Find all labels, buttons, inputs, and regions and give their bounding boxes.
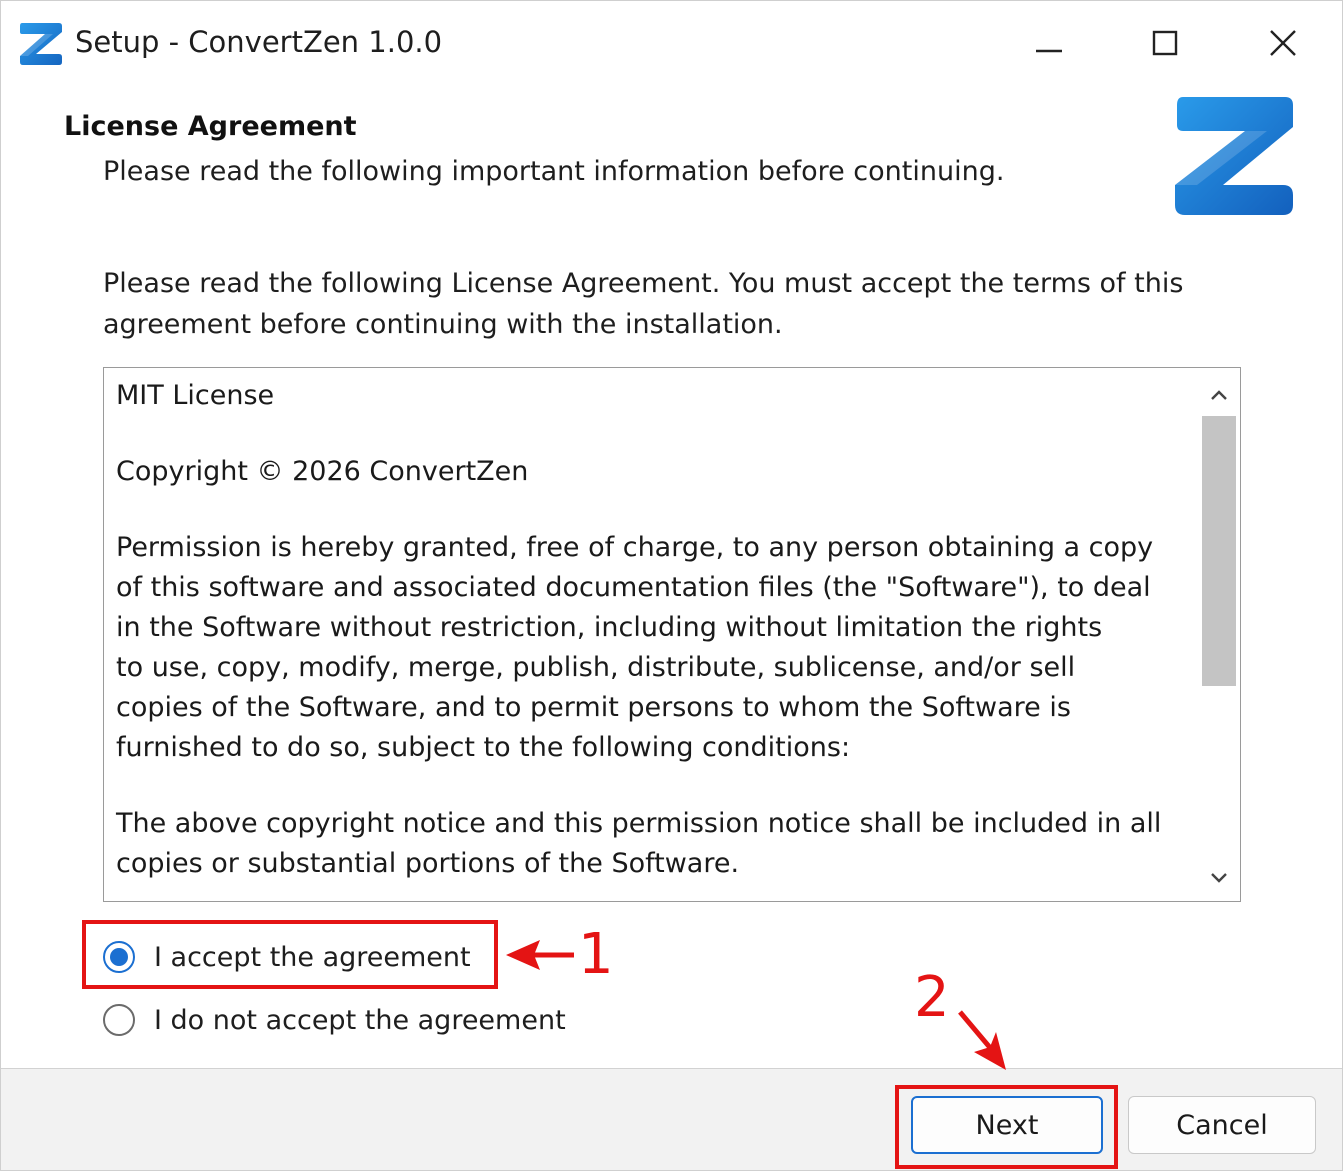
minimize-icon	[1036, 49, 1062, 53]
page-title: License Agreement	[64, 111, 357, 142]
title-bar[interactable]: Setup - ConvertZen 1.0.0	[1, 1, 1342, 87]
decline-agreement-option[interactable]: I do not accept the agreement	[103, 1000, 566, 1040]
scroll-down-button[interactable]	[1198, 861, 1240, 895]
license-notice: The above copyright notice and this perm…	[116, 808, 1162, 879]
license-text: MIT License Copyright © 2026 ConvertZen …	[116, 376, 1196, 884]
cancel-button[interactable]: Cancel	[1128, 1096, 1316, 1154]
annotation-step-2: 2	[914, 965, 950, 1030]
license-scrollbar[interactable]	[1198, 368, 1240, 901]
chevron-up-icon	[1211, 390, 1227, 400]
setup-window: Setup - ConvertZen 1.0.0 License Agreeme…	[0, 0, 1343, 1171]
chevron-down-icon	[1211, 873, 1227, 883]
license-heading: MIT License	[116, 380, 275, 411]
scroll-thumb[interactable]	[1202, 416, 1236, 686]
minimize-button[interactable]	[1019, 19, 1079, 67]
annotation-step-1: 1	[578, 922, 614, 987]
scroll-track[interactable]	[1202, 416, 1236, 856]
close-button[interactable]	[1253, 19, 1313, 67]
window-title: Setup - ConvertZen 1.0.0	[75, 25, 443, 59]
license-permission: Permission is hereby granted, free of ch…	[116, 532, 1154, 763]
maximize-button[interactable]	[1135, 19, 1195, 67]
scroll-up-button[interactable]	[1198, 378, 1240, 412]
license-text-box[interactable]: MIT License Copyright © 2026 ConvertZen …	[103, 367, 1241, 902]
decline-radio-button[interactable]	[103, 1004, 135, 1036]
decline-radio-label[interactable]: I do not accept the agreement	[154, 1005, 566, 1036]
convertzen-z-icon	[20, 23, 62, 65]
close-icon	[1270, 30, 1296, 56]
convertzen-z-logo-icon	[1175, 97, 1293, 215]
intro-text: Please read the following License Agreem…	[103, 268, 1184, 340]
annotation-box-accept	[82, 920, 498, 989]
license-copyright: Copyright © 2026 ConvertZen	[116, 456, 529, 487]
annotation-box-next	[895, 1085, 1118, 1169]
wizard-footer: Next Cancel	[1, 1068, 1342, 1170]
maximize-icon	[1152, 30, 1178, 56]
page-subtitle: Please read the following important info…	[103, 156, 1005, 187]
